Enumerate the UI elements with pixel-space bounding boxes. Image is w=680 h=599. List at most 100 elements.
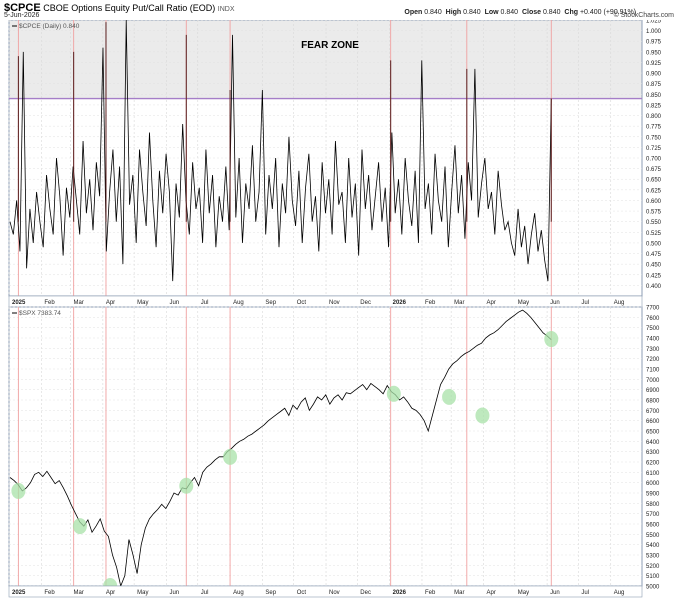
y-tick-label: 5700: [646, 512, 660, 518]
y-tick-label: 0.825: [646, 103, 662, 109]
y-tick-label: 5200: [646, 564, 660, 570]
highlight-marker: [442, 388, 457, 405]
y-tick-label: 0.900: [646, 72, 662, 78]
y-tick-label: 0.550: [646, 220, 662, 226]
x-axis-strip-1: [8, 295, 643, 308]
y-tick-label: 6800: [646, 399, 660, 405]
y-tick-label: 0.650: [646, 178, 662, 184]
x-tick-label: May: [518, 590, 529, 596]
y-tick-label: 6500: [646, 430, 660, 436]
y-tick-label: 7300: [646, 347, 660, 353]
y-tick-label: 0.400: [646, 284, 662, 290]
highlight-marker: [386, 385, 401, 402]
x-tick-label: Apr: [106, 590, 115, 596]
open-value: 0.840: [424, 9, 442, 16]
x-tick-label: Jul: [201, 590, 209, 596]
x-tick-label: Jun: [550, 300, 560, 306]
y-tick-label: 6300: [646, 450, 660, 456]
y-tick-label: 7200: [646, 357, 660, 363]
y-tick-label: 0.525: [646, 231, 662, 237]
y-tick-label: 5800: [646, 502, 660, 508]
x-tick-label: Oct: [297, 300, 307, 306]
y-tick-label: 7700: [646, 306, 660, 312]
y-tick-label: 7000: [646, 378, 660, 384]
y-tick-label: 6900: [646, 388, 660, 394]
chart-canvas: 0.400 0.425 0.450 0.475 0.500 0.525 0.550 0.575…: [0, 0, 680, 599]
x-tick-label: Nov: [329, 300, 340, 306]
x-tick-label: Apr: [106, 300, 115, 306]
y-tick-label: 6700: [646, 409, 660, 415]
ohlc-readout: Open 0.840 High 0.840 Low 0.840 Close 0.…: [404, 9, 636, 16]
y-tick-label: 0.925: [646, 61, 662, 67]
x-tick-label: May: [137, 300, 148, 306]
y-tick-label: 7400: [646, 337, 660, 343]
y-tick-label: 0.875: [646, 82, 662, 88]
y-tick-label: 5600: [646, 523, 660, 529]
high-label: High: [445, 9, 462, 16]
y-tick-label: 0.775: [646, 125, 662, 131]
y-tick-label: 7100: [646, 368, 660, 374]
y-tick-label: 5500: [646, 533, 660, 539]
x-tick-label: Aug: [614, 300, 625, 306]
y-tick-label: 0.600: [646, 199, 662, 205]
x-tick-label: Sep: [265, 300, 276, 306]
high-value: 0.840: [463, 9, 481, 16]
x-tick-label: Mar: [74, 300, 84, 306]
x-tick-label: Jul: [581, 300, 589, 306]
x-tick-label: Oct: [297, 590, 307, 596]
x-tick-label: Apr: [486, 300, 495, 306]
x-tick-label: Feb: [425, 590, 436, 596]
y-tick-label: 5000: [646, 585, 660, 591]
y-tick-label: 0.475: [646, 252, 662, 258]
open-label: Open: [404, 9, 423, 16]
y-tick-label: 5400: [646, 543, 660, 549]
y-tick-label: 7500: [646, 326, 660, 332]
x-tick-label: 2025: [12, 590, 26, 596]
y-tick-label: 0.625: [646, 188, 662, 194]
y-tick-label: 0.750: [646, 135, 662, 141]
y-tick-label: 0.450: [646, 263, 662, 269]
x-tick-label: Mar: [454, 300, 464, 306]
y-tick-label: 7600: [646, 316, 660, 322]
y-tick-label: 0.725: [646, 146, 662, 152]
highlight-marker: [72, 518, 87, 535]
x-tick-label: 2025: [12, 300, 26, 306]
y-tick-label: 1.000: [646, 29, 662, 35]
x-tick-label: Aug: [614, 590, 625, 596]
x-tick-label: Dec: [360, 300, 371, 306]
x-tick-label: May: [518, 300, 529, 306]
brand-label: © StockCharts.com: [613, 12, 674, 19]
x-tick-label: Feb: [425, 300, 436, 306]
panel-2-legend: $SPX 7383.74: [19, 310, 61, 317]
y-tick-label: 0.700: [646, 157, 662, 163]
x-tick-label: Jun: [169, 590, 179, 596]
y-tick-label: 0.975: [646, 40, 662, 46]
x-tick-label: Jun: [169, 300, 179, 306]
low-value: 0.840: [500, 9, 519, 16]
x-tick-label: Dec: [360, 590, 371, 596]
x-tick-label: Mar: [74, 590, 84, 596]
x-tick-label: Feb: [44, 300, 55, 306]
y-tick-label: 0.850: [646, 93, 662, 99]
highlight-marker: [475, 407, 490, 424]
x-tick-label: 2026: [393, 300, 407, 306]
fear-zone-annotation: FEAR ZONE: [301, 40, 359, 51]
x-tick-label: Sep: [265, 590, 276, 596]
chart-page: 0.400 0.425 0.450 0.475 0.500 0.525 0.550 0.575…: [0, 0, 680, 599]
x-tick-label: May: [137, 590, 148, 596]
x-tick-label: Mar: [454, 590, 464, 596]
y-tick-label: 5300: [646, 554, 660, 560]
close-label: Close: [521, 9, 542, 16]
y-tick-label: 6600: [646, 419, 660, 425]
x-tick-label: 2026: [393, 590, 407, 596]
y-tick-label: 0.575: [646, 210, 662, 216]
y-tick-label: 5100: [646, 574, 660, 580]
chart-date: 5-Jun-2026: [4, 12, 40, 19]
low-label: Low: [484, 9, 499, 16]
x-tick-label: Jun: [550, 590, 560, 596]
y-tick-label: 0.500: [646, 241, 662, 247]
x-axis-strip-2: [8, 585, 643, 598]
exchange-label: INDX: [217, 6, 235, 13]
highlight-marker: [223, 448, 238, 465]
x-tick-label: Aug: [233, 300, 244, 306]
